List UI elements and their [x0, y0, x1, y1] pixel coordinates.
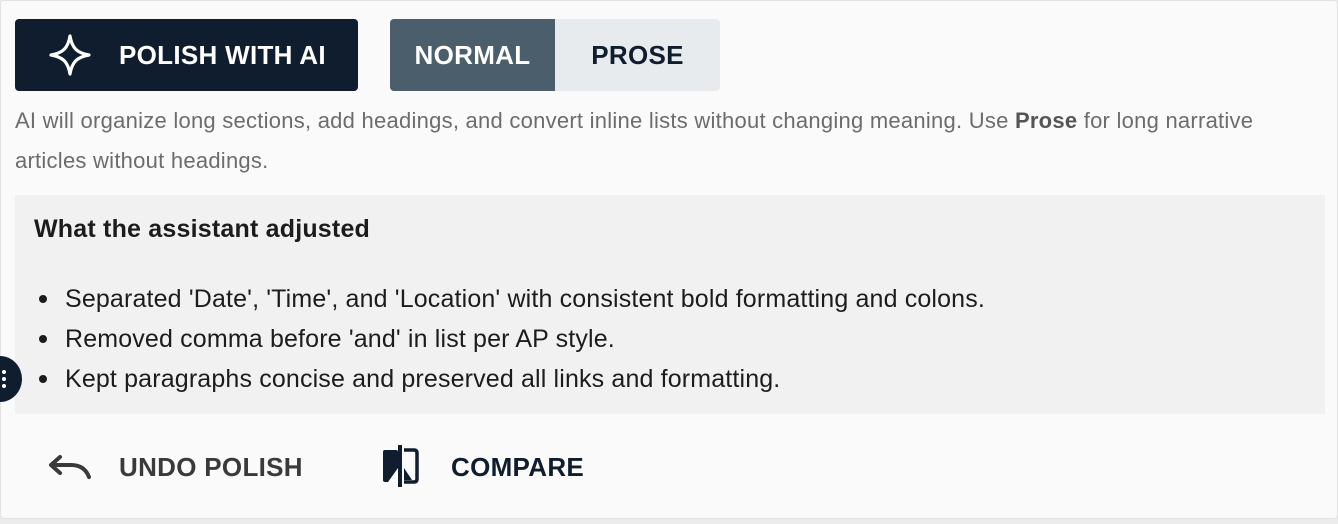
- hint-text-emphasis: Prose: [1014, 108, 1078, 133]
- polish-hint-text: AI will organize long sections, add head…: [15, 101, 1330, 181]
- list-item: Kept paragraphs concise and preserved al…: [39, 359, 985, 399]
- compare-label: COMPARE: [451, 451, 585, 482]
- sparkle-icon: [48, 33, 92, 77]
- hint-text-start: AI will organize long sections, add head…: [15, 108, 1015, 133]
- polish-panel: POLISH WITH AI NORMAL PROSE AI will orga…: [0, 0, 1338, 519]
- undo-polish-label: UNDO POLISH: [119, 451, 303, 482]
- undo-polish-button[interactable]: UNDO POLISH: [47, 437, 303, 497]
- adjustments-list: Separated 'Date', 'Time', and 'Location'…: [15, 279, 985, 399]
- adjustments-summary: What the assistant adjusted Separated 'D…: [15, 195, 1325, 414]
- compare-button[interactable]: COMPARE: [381, 437, 584, 497]
- compare-icon: [381, 444, 419, 491]
- list-item: Separated 'Date', 'Time', and 'Location'…: [39, 279, 985, 319]
- polish-actions: UNDO POLISH COMPARE: [15, 437, 715, 497]
- mode-normal-button[interactable]: NORMAL: [390, 19, 555, 91]
- polish-toolbar: POLISH WITH AI NORMAL PROSE: [15, 19, 735, 91]
- drag-dots-icon: [2, 370, 6, 388]
- list-item: Removed comma before 'and' in list per A…: [39, 319, 985, 359]
- adjustments-title: What the assistant adjusted: [34, 215, 371, 243]
- undo-icon: [47, 449, 93, 486]
- mode-prose-button[interactable]: PROSE: [555, 19, 720, 91]
- polish-with-ai-button[interactable]: POLISH WITH AI: [15, 19, 358, 91]
- polish-with-ai-label: POLISH WITH AI: [119, 40, 326, 70]
- mode-toggle: NORMAL PROSE: [390, 19, 720, 91]
